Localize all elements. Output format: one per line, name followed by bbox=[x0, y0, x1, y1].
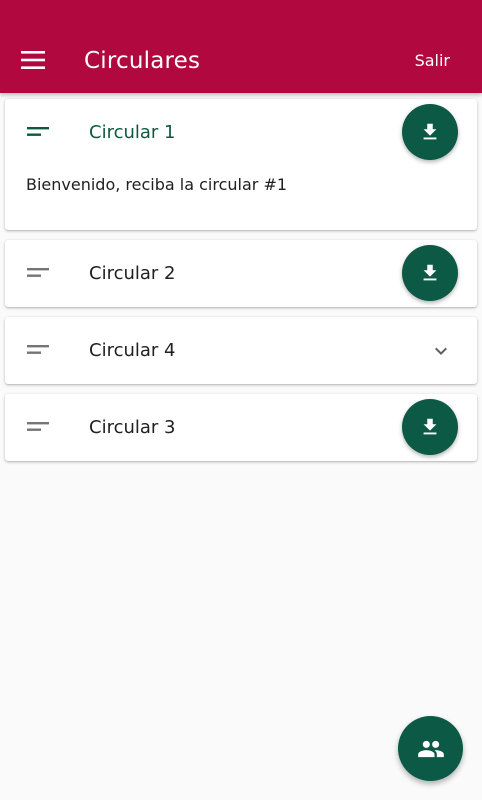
circular-card: Circular 4 bbox=[5, 317, 477, 384]
short-text-icon bbox=[27, 127, 49, 136]
circular-body: Bienvenido, reciba la circular #1 bbox=[26, 175, 288, 194]
download-button[interactable] bbox=[402, 399, 458, 455]
menu-icon bbox=[21, 51, 45, 69]
circular-card: Circular 1 Bienvenido, reciba la circula… bbox=[5, 99, 477, 230]
circular-title: Circular 4 bbox=[89, 340, 176, 361]
short-text-icon bbox=[27, 422, 49, 431]
chevron-down-icon[interactable] bbox=[429, 339, 453, 363]
page-title: Circulares bbox=[84, 48, 201, 74]
menu-button[interactable] bbox=[19, 46, 47, 74]
circular-title: Circular 1 bbox=[89, 122, 176, 143]
circular-list: Circular 1 Bienvenido, reciba la circula… bbox=[5, 99, 477, 471]
circular-card: Circular 3 bbox=[5, 394, 477, 461]
circular-card-header[interactable]: Circular 4 bbox=[5, 317, 477, 384]
circular-title: Circular 3 bbox=[89, 417, 176, 438]
logout-button[interactable]: Salir bbox=[415, 49, 450, 73]
download-icon bbox=[423, 264, 437, 281]
contacts-fab[interactable] bbox=[398, 716, 463, 781]
download-button[interactable] bbox=[402, 104, 458, 160]
short-text-icon bbox=[27, 268, 49, 277]
circular-card-header[interactable]: Circular 3 bbox=[5, 394, 477, 461]
download-icon bbox=[423, 123, 437, 140]
circular-card-header[interactable]: Circular 1 bbox=[5, 99, 477, 166]
circular-card-header[interactable]: Circular 2 bbox=[5, 240, 477, 307]
circular-title: Circular 2 bbox=[89, 263, 176, 284]
app-bar: Circulares Salir bbox=[0, 0, 482, 93]
people-icon bbox=[417, 740, 444, 757]
short-text-icon bbox=[27, 345, 49, 354]
circular-card: Circular 2 bbox=[5, 240, 477, 307]
download-icon bbox=[423, 418, 437, 435]
download-button[interactable] bbox=[402, 245, 458, 301]
